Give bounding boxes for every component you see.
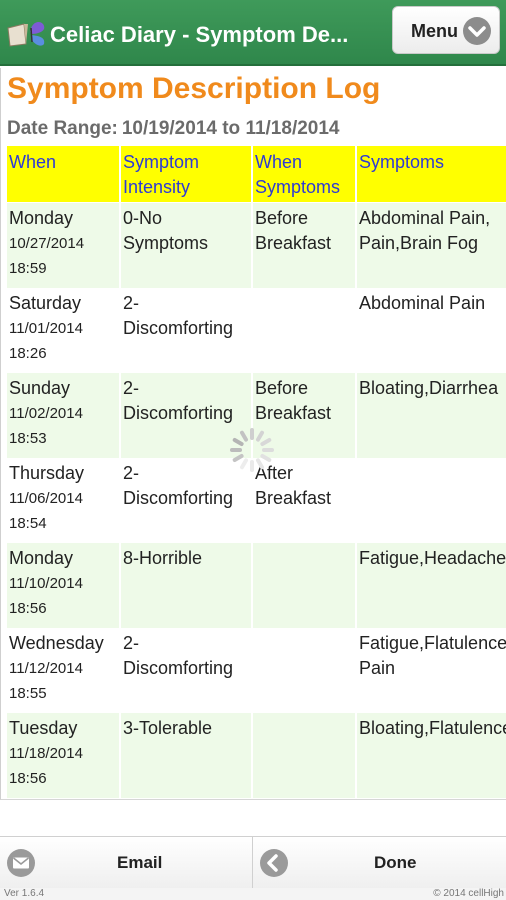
row-time: 18:59 bbox=[9, 260, 47, 277]
cell-symptoms: Bloating,Flatulence bbox=[359, 718, 506, 738]
app-title: Celiac Diary - Symptom De... bbox=[50, 22, 349, 47]
row-date: 11/12/2014 bbox=[9, 660, 83, 677]
table-row[interactable]: Monday 10/27/2014 18:59 0-No Symptoms Be… bbox=[7, 203, 506, 288]
row-day: Saturday bbox=[9, 293, 82, 313]
col-header-intensity-line2: Intensity bbox=[123, 177, 191, 197]
cell-when-symptoms bbox=[253, 288, 357, 373]
row-time: 18:53 bbox=[9, 430, 47, 447]
table-row[interactable]: Saturday 11/01/2014 18:26 2-Discomfortin… bbox=[7, 288, 506, 373]
cell-when-symptoms bbox=[253, 628, 357, 713]
row-time: 18:56 bbox=[9, 600, 47, 617]
cell-intensity: 2-Discomforting bbox=[121, 628, 253, 713]
menu-button[interactable]: Menu bbox=[392, 6, 500, 54]
copyright-text: © 2014 cellHigh bbox=[433, 888, 504, 899]
email-button-label: Email bbox=[117, 853, 163, 872]
cell-intensity: 3-Tolerable bbox=[121, 713, 253, 798]
table-header-row: When Symptom Intensity When Symptoms Sym… bbox=[7, 146, 506, 202]
table-row[interactable]: Tuesday 11/18/2014 18:56 3-Tolerable Blo… bbox=[7, 713, 506, 798]
row-time: 18:55 bbox=[9, 685, 47, 702]
back-arrow-icon bbox=[260, 849, 288, 877]
col-header-when-symptoms: When Symptoms bbox=[253, 146, 357, 202]
row-time: 18:26 bbox=[9, 345, 47, 362]
row-time: 18:56 bbox=[9, 770, 47, 787]
row-date: 11/10/2014 bbox=[9, 575, 83, 592]
done-button-label: Done bbox=[374, 853, 417, 872]
menu-button-label: Menu bbox=[411, 21, 458, 41]
app-version: Ver 1.6.4 bbox=[4, 888, 45, 899]
col-header-intensity: Symptom Intensity bbox=[121, 146, 253, 202]
date-range-value: 10/19/2014 to 11/18/2014 bbox=[121, 118, 340, 139]
cell-when-symptoms bbox=[253, 543, 357, 628]
col-header-when-symptoms-line2: Symptoms bbox=[255, 177, 341, 197]
done-button[interactable]: Done bbox=[253, 837, 506, 889]
email-button[interactable]: Email bbox=[0, 837, 253, 889]
row-date: 11/01/2014 bbox=[9, 320, 83, 337]
col-header-when: When bbox=[7, 146, 121, 202]
row-day: Sunday bbox=[9, 378, 71, 398]
cell-intensity: 0-No Symptoms bbox=[121, 203, 253, 288]
row-date: 11/18/2014 bbox=[9, 745, 83, 762]
cell-when: Monday 10/27/2014 18:59 bbox=[7, 203, 121, 288]
table-row[interactable]: Monday 11/10/2014 18:56 8-Horrible Fatig… bbox=[7, 543, 506, 628]
butterfly-book-icon bbox=[7, 22, 45, 47]
cell-symptoms: Fatigue,Headache bbox=[359, 548, 506, 568]
date-range-label: Date Range: bbox=[7, 118, 118, 139]
cell-symptoms: Abdominal Pain, Pain,Brain Fog bbox=[359, 208, 491, 253]
chevron-down-icon bbox=[463, 17, 491, 45]
row-day: Monday bbox=[9, 548, 74, 568]
cell-when: Monday 11/10/2014 18:56 bbox=[7, 543, 121, 628]
row-day: Tuesday bbox=[9, 718, 78, 738]
row-day: Thursday bbox=[9, 463, 85, 483]
col-header-intensity-line1: Symptom bbox=[123, 152, 200, 172]
cell-symptoms: Fatigue,Flatulence Pain bbox=[359, 633, 506, 678]
row-day: Wednesday bbox=[9, 633, 104, 653]
col-header-when-label: When bbox=[9, 152, 57, 172]
cell-symptoms: Abdominal Pain bbox=[359, 293, 486, 313]
status-footer: Ver 1.6.4 © 2014 cellHigh bbox=[0, 888, 506, 900]
cell-symptoms bbox=[357, 458, 506, 543]
cell-when: Saturday 11/01/2014 18:26 bbox=[7, 288, 121, 373]
cell-when: Wednesday 11/12/2014 18:55 bbox=[7, 628, 121, 713]
table-row[interactable]: Wednesday 11/12/2014 18:55 2-Discomforti… bbox=[7, 628, 506, 713]
cell-when: Sunday 11/02/2014 18:53 bbox=[7, 373, 121, 458]
date-range: Date Range: 10/19/2014 to 11/18/2014 bbox=[7, 118, 344, 140]
cell-when-symptoms bbox=[253, 713, 357, 798]
col-header-symptoms-label: Symptoms bbox=[359, 152, 445, 172]
cell-intensity: 2-Discomforting bbox=[121, 288, 253, 373]
bottom-toolbar: Email Done bbox=[0, 836, 506, 889]
cell-symptoms: Bloating,Diarrhea bbox=[359, 378, 499, 398]
row-time: 18:54 bbox=[9, 515, 47, 532]
app-header: Celiac Diary - Symptom De... Menu bbox=[0, 0, 506, 66]
row-date: 10/27/2014 bbox=[9, 235, 85, 252]
row-day: Monday bbox=[9, 208, 74, 228]
cell-when: Thursday 11/06/2014 18:54 bbox=[7, 458, 121, 543]
cell-when: Tuesday 11/18/2014 18:56 bbox=[7, 713, 121, 798]
col-header-when-symptoms-line1: When bbox=[255, 152, 303, 172]
cell-when-symptoms: Before Breakfast bbox=[253, 203, 357, 288]
envelope-icon bbox=[7, 849, 35, 877]
row-date: 11/06/2014 bbox=[9, 490, 83, 507]
cell-intensity: 8-Horrible bbox=[121, 543, 253, 628]
col-header-symptoms: Symptoms bbox=[357, 146, 506, 202]
page-title: Symptom Description Log bbox=[7, 72, 381, 105]
loading-spinner-icon bbox=[230, 428, 274, 472]
row-date: 11/02/2014 bbox=[9, 405, 83, 422]
